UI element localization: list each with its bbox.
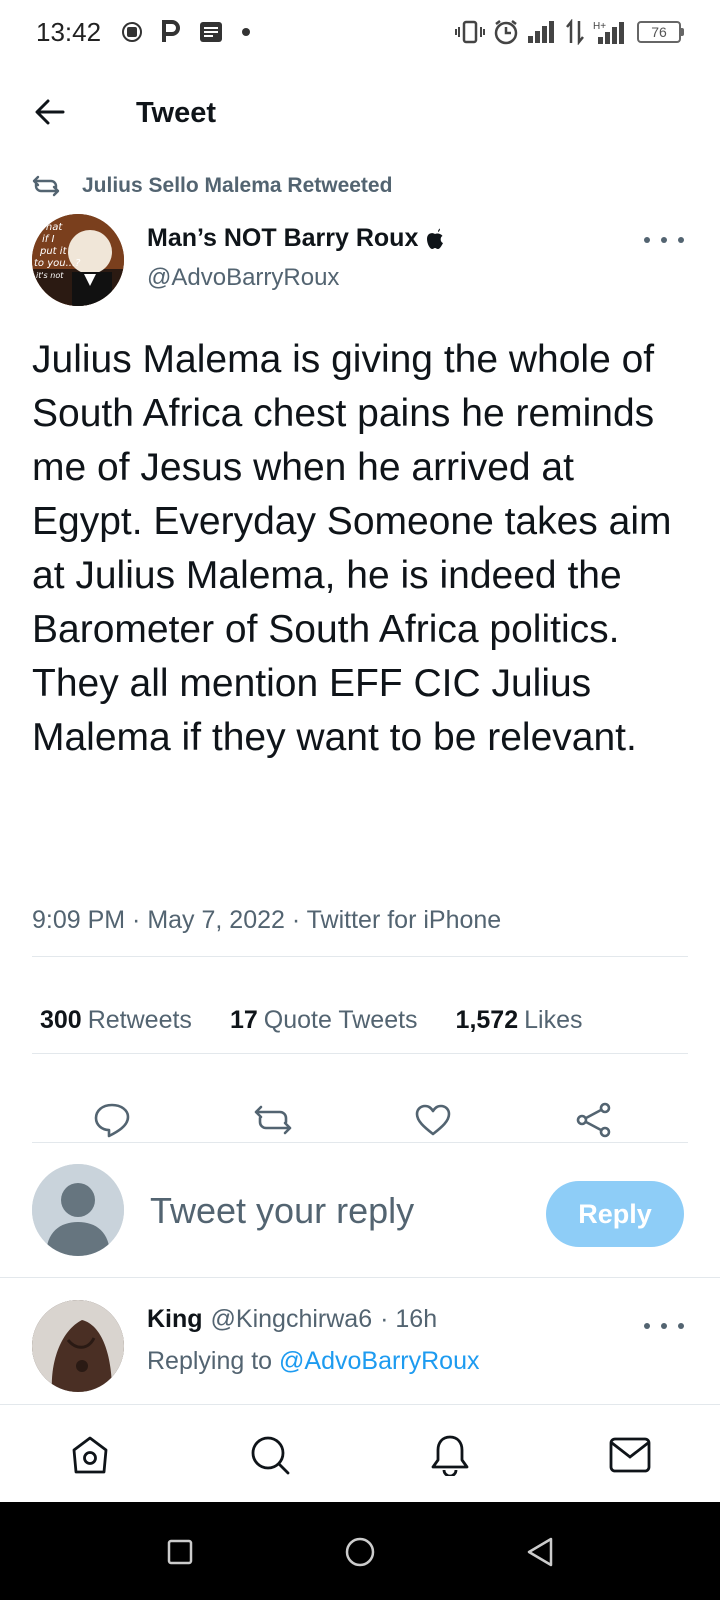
dot-icon: [241, 27, 251, 37]
back-triangle-icon: [527, 1537, 553, 1567]
status-notification-icons: [121, 20, 251, 44]
android-home-button[interactable]: [342, 1534, 378, 1570]
reply-avatar[interactable]: [32, 1300, 124, 1392]
battery-level: 76: [651, 24, 667, 40]
android-recents-button[interactable]: [162, 1534, 198, 1570]
signal-icon: [527, 20, 557, 44]
replying-to: Replying to @AdvoBarryRoux: [147, 1347, 479, 1376]
author-name[interactable]: Man’s NOT Barry Roux: [147, 224, 444, 253]
notifications-icon: [431, 1435, 469, 1476]
recents-icon: [167, 1539, 193, 1565]
android-navigation-bar: [0, 1502, 720, 1600]
reply-time: · 16h: [380, 1305, 438, 1333]
android-back-button[interactable]: [522, 1534, 558, 1570]
data-arrows-icon: [565, 19, 585, 45]
svg-text:H+: H+: [593, 21, 606, 32]
back-button[interactable]: [30, 92, 70, 132]
home-circle-icon: [345, 1537, 375, 1567]
more-dot-icon: [678, 1323, 684, 1329]
b-badge-icon: [121, 21, 143, 43]
tweet-actions: [0, 1098, 720, 1142]
author-name-text: Man’s NOT Barry Roux: [147, 224, 419, 252]
reply-author-handle[interactable]: @Kingchirwa6: [211, 1305, 373, 1334]
svg-text:to you...?: to you...?: [34, 258, 81, 269]
more-dot-icon: [678, 237, 684, 243]
page-title: Tweet: [136, 96, 217, 129]
my-avatar: [32, 1164, 124, 1256]
arrow-left-icon: [35, 99, 65, 125]
author-avatar[interactable]: What if I put it to you...? it's not: [32, 214, 124, 306]
nav-search[interactable]: [246, 1431, 294, 1479]
reply-icon: [94, 1103, 130, 1138]
alarm-icon: [493, 19, 519, 45]
replying-to-mention[interactable]: @AdvoBarryRoux: [279, 1347, 479, 1375]
divider: [0, 1277, 720, 1278]
retweets-count: 300: [40, 1006, 82, 1034]
status-time: 13:42: [36, 16, 102, 47]
status-system-icons: H+ 76: [455, 19, 684, 45]
signal-h-plus-icon: H+: [593, 19, 629, 45]
bottom-nav: [0, 1404, 720, 1502]
svg-text:What: What: [36, 222, 63, 233]
like-icon: [415, 1104, 451, 1136]
more-dot-icon: [661, 237, 667, 243]
messages-icon: [609, 1437, 651, 1473]
vibrate-icon: [455, 20, 485, 44]
retweet-button[interactable]: [251, 1098, 295, 1142]
share-icon: [576, 1102, 611, 1138]
retweet-icon: [254, 1105, 292, 1135]
notes-icon: [199, 21, 223, 43]
divider: [32, 1053, 688, 1054]
svg-text:put it: put it: [39, 246, 68, 257]
svg-text:if I: if I: [42, 234, 54, 245]
retweeted-by[interactable]: Julius Sello Malema Retweeted: [32, 174, 392, 198]
likes-count: 1,572: [455, 1006, 519, 1034]
reply-input[interactable]: Tweet your reply: [150, 1190, 414, 1232]
reply-button[interactable]: [90, 1098, 134, 1142]
retweet-icon: [32, 175, 60, 197]
reply-submit-button[interactable]: Reply: [546, 1181, 684, 1247]
home-icon: [72, 1436, 108, 1474]
reply-header: King @Kingchirwa6 · 16h: [147, 1305, 437, 1334]
share-button[interactable]: [572, 1098, 616, 1142]
more-dot-icon: [644, 1323, 650, 1329]
quotes-count: 17: [229, 1006, 258, 1034]
apple-icon: [427, 228, 444, 249]
retweets-stat[interactable]: 300 Retweets: [40, 1006, 192, 1035]
p-icon: [161, 20, 181, 44]
tweet-meta: 9:09 PM · May 7, 2022 · Twitter for iPho…: [32, 906, 502, 934]
likes-stat[interactable]: 1,572 Likes: [456, 1006, 583, 1035]
more-options-button[interactable]: [644, 228, 684, 252]
more-dot-icon: [644, 237, 650, 243]
divider: [32, 1142, 688, 1143]
reply-more-options-button[interactable]: [644, 1314, 684, 1338]
status-bar: 13:42 H+ 76: [0, 0, 720, 64]
author-handle[interactable]: @AdvoBarryRoux: [147, 264, 339, 292]
search-icon: [251, 1436, 290, 1475]
likes-label: Likes: [524, 1006, 583, 1034]
tweet-stats: 300 Retweets 17 Quote Tweets 1,572 Likes: [40, 1006, 582, 1035]
quotes-label: Quote Tweets: [263, 1006, 418, 1034]
svg-text:it's not: it's not: [36, 271, 64, 280]
retweeted-by-label: Julius Sello Malema Retweeted: [82, 174, 393, 197]
reply-author-name[interactable]: King: [147, 1305, 203, 1334]
app-header: Tweet: [0, 70, 720, 156]
more-dot-icon: [661, 1323, 667, 1329]
divider: [32, 956, 688, 957]
nav-messages[interactable]: [606, 1431, 654, 1479]
replying-to-label: Replying to: [147, 1347, 273, 1375]
battery-icon: 76: [637, 21, 684, 43]
retweets-label: Retweets: [87, 1006, 192, 1034]
nav-home[interactable]: [66, 1431, 114, 1479]
nav-notifications[interactable]: [426, 1431, 474, 1479]
like-button[interactable]: [411, 1098, 455, 1142]
quote-tweets-stat[interactable]: 17 Quote Tweets: [230, 1006, 418, 1035]
tweet-text: Julius Malema is giving the whole of Sou…: [32, 338, 672, 759]
